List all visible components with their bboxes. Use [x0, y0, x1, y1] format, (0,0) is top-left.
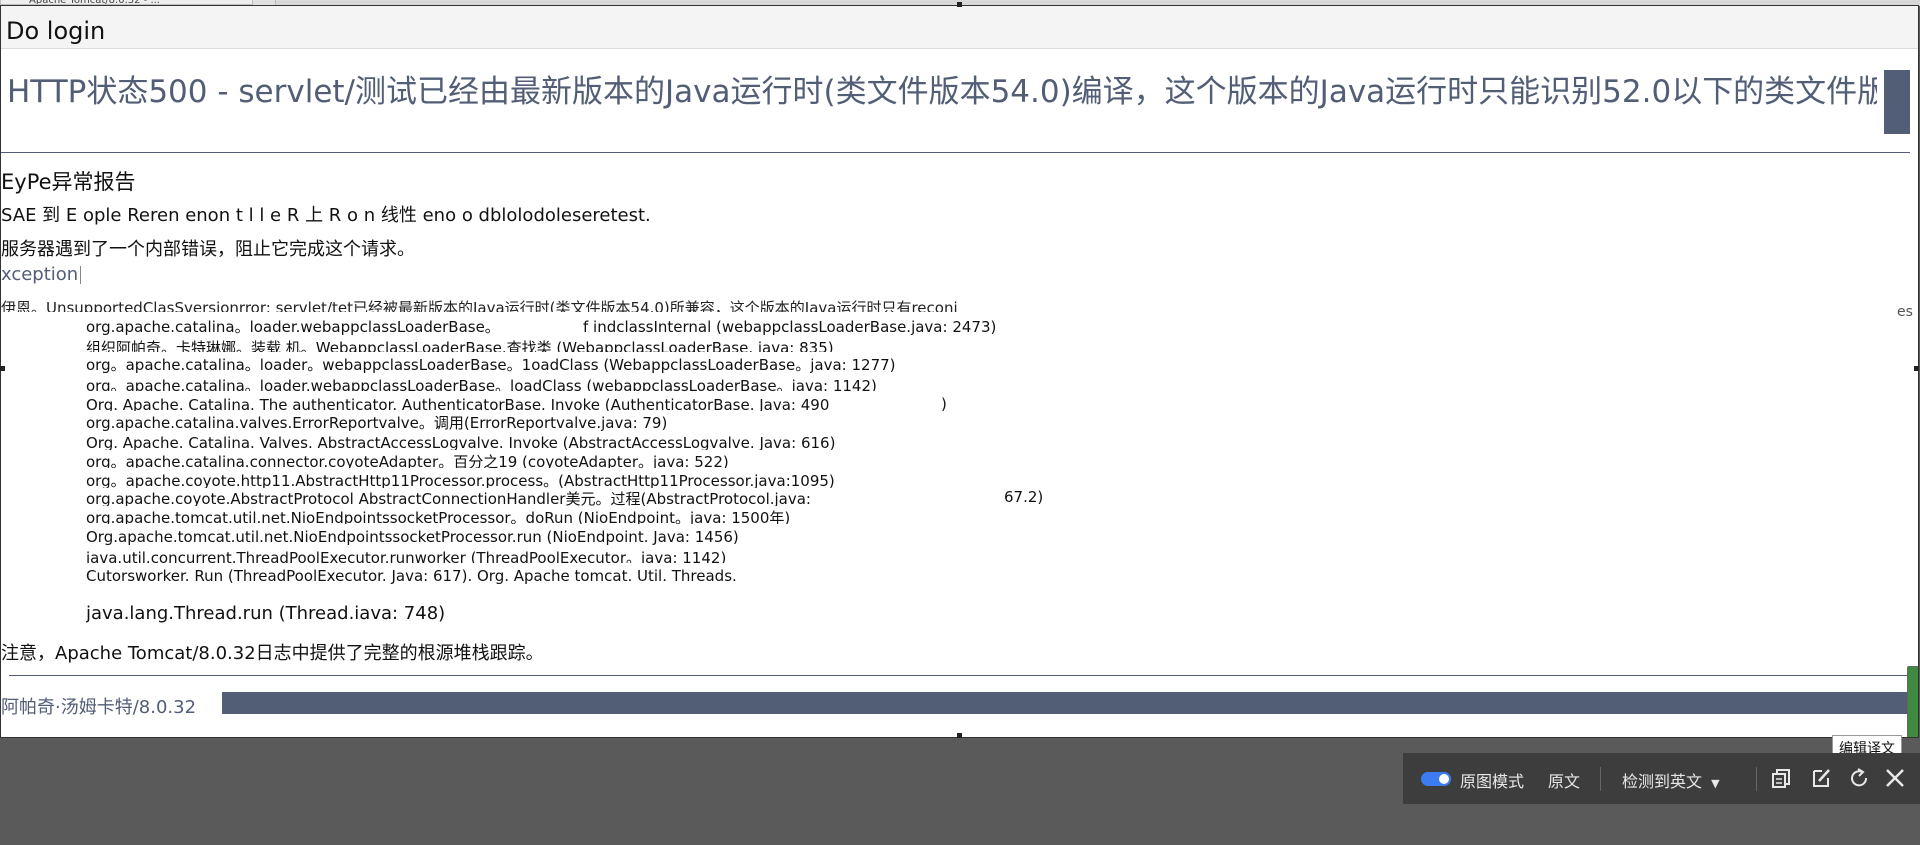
stack-trace-line: org。apache.catalina。loader.webappclassLo… — [86, 377, 877, 391]
stack-trace-fragment: 67.2) — [1004, 488, 1044, 506]
stack-trace-line: org。apache.coyote.http11.AbstractHttp11P… — [86, 472, 835, 488]
description-line: 服务器遇到了一个内部错误，阻止它完成这个请求。 — [1, 239, 415, 260]
text-cursor — [80, 266, 82, 284]
footer-version: 阿帕奇·汤姆卡特/8.0.32 — [1, 697, 197, 718]
page-header: Do login — [1, 6, 1918, 49]
stack-trace-fragment: ) — [941, 395, 947, 413]
copy-icon[interactable] — [1769, 765, 1795, 791]
stack-trace-line: java.util.concurrent.ThreadPoolExecutor.… — [86, 549, 727, 563]
stack-trace-line: java.lang.Thread.run (Thread.iava: 748) — [86, 603, 446, 624]
resize-handle-right[interactable] — [1914, 366, 1919, 371]
scrollbar-thumb[interactable] — [1907, 666, 1918, 737]
error-heading: HTTP状态500 - servlet/测试已经由最新版本的Java运行时(类文… — [7, 74, 1877, 110]
stack-trace-line: Org.apache.tomcat.util.net.NioEndpointss… — [86, 528, 739, 546]
detect-language-label: 检测到英文 — [1622, 772, 1703, 791]
original-image-mode-label[interactable]: 原图模式 — [1460, 768, 1524, 792]
footer-divider — [9, 675, 1910, 676]
toolbar-separator — [1600, 767, 1601, 791]
stack-trace-fragment: f indclassInternal (webappclassLoaderBas… — [583, 318, 997, 336]
exception-label: xception — [1, 264, 82, 285]
exception-tail: es — [1897, 304, 1913, 317]
note-line: 注意，Apache Tomcat/8.0.32日志中提供了完整的根源堆栈跟踪。 — [1, 643, 544, 664]
exception-first-line: 伊恩。UnsupportedClasSversionrror: servlet/… — [1, 299, 958, 312]
edit-icon[interactable] — [1808, 765, 1834, 791]
stack-trace-line: Org. Apache. Catalina. Valves. AbstractA… — [86, 434, 836, 450]
toolbar-separator — [1756, 767, 1757, 791]
stack-trace-line: org.apache.catalina。loader.webappclassLo… — [86, 318, 500, 336]
message-line: SAE 到 E ople Reren enon t l l e R 上 R o … — [1, 205, 651, 226]
stack-trace-line: org。apache.catalina.connector.coyoteAdap… — [86, 453, 729, 468]
stack-trace-line: org。apache.catalina。loader。webappclassLo… — [86, 356, 896, 374]
stack-trace-line: Org. Apache. Catalina. The authenticator… — [86, 396, 830, 411]
page-title: Do login — [6, 17, 106, 45]
original-text-button[interactable]: 原文 — [1548, 768, 1580, 792]
translation-toolbar: 原图模式 原文 检测到英文 ▼ — [1403, 753, 1920, 804]
close-icon[interactable] — [1882, 765, 1908, 791]
chevron-down-icon: ▼ — [1711, 777, 1720, 790]
refresh-icon[interactable] — [1846, 765, 1872, 791]
detect-language-dropdown[interactable]: 检测到英文 ▼ — [1622, 768, 1720, 792]
resize-handle-left[interactable] — [0, 366, 5, 371]
footer-bar — [222, 692, 1911, 714]
stack-trace-line: Cutorsworker. Run (ThreadPoolExecutor. J… — [86, 567, 737, 585]
stack-trace-line: 组织阿帕奇。卡特琳娜。装载 机。WebappclassLoaderBase.查找… — [86, 339, 834, 352]
toggle-knob — [1439, 774, 1449, 784]
heading-divider — [1, 152, 1910, 153]
stack-trace-line: org.apache.tomcat.util.net.NioEndpointss… — [86, 509, 791, 524]
page-content: Do login HTTP状态500 - servlet/测试已经由最新版本的J… — [0, 5, 1919, 738]
resize-handle-bottom[interactable] — [957, 733, 962, 738]
stack-trace-line: org.apache.coyote.AbstractProtocol Abstr… — [86, 490, 811, 506]
stack-trace-line: org.apache.catalina.valves.ErrorReportva… — [86, 414, 668, 432]
heading-scroll-thumb[interactable] — [1884, 70, 1910, 134]
original-image-mode-toggle[interactable] — [1421, 772, 1451, 786]
exception-label-text: xception — [1, 264, 79, 285]
type-heading: EyPe异常报告 — [1, 170, 136, 194]
resize-handle-top[interactable] — [957, 2, 962, 7]
